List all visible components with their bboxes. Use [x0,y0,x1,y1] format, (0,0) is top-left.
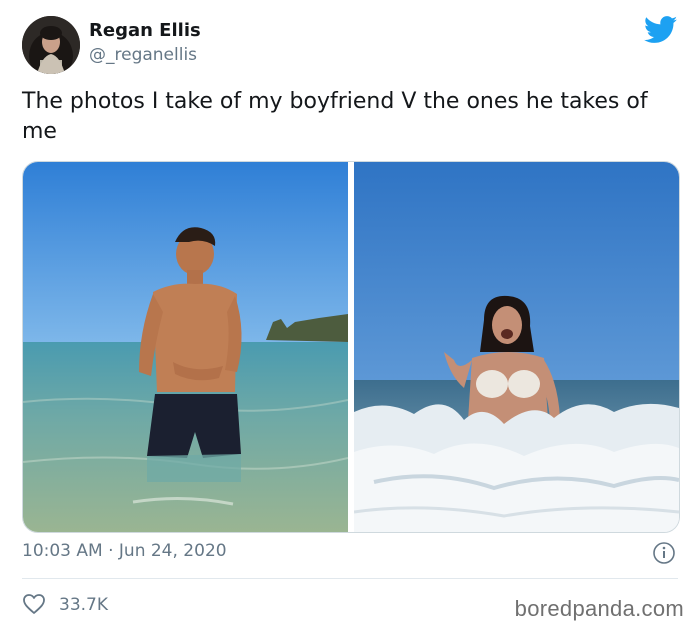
twitter-bird-icon[interactable] [644,16,678,44]
display-name[interactable]: Regan Ellis [89,20,201,41]
like-count[interactable]: 33.7K [59,595,108,615]
watermark: boredpanda.com [514,596,684,621]
avatar[interactable] [22,16,80,74]
info-icon[interactable] [652,541,676,565]
tweet-text: The photos I take of my boyfriend V the … [22,89,648,144]
user-handle[interactable]: @_reganellis [89,45,197,65]
tweet-timestamp[interactable]: 10:03 AM · Jun 24, 2020 [22,541,227,561]
tweet-media[interactable] [22,161,680,533]
heart-icon[interactable] [22,593,46,615]
divider [22,578,678,579]
girlfriend-in-waves-photo[interactable] [354,162,679,532]
tweet-card: Regan Ellis @_reganellis The photos I ta… [0,0,700,633]
boyfriend-in-sea-photo[interactable] [23,162,348,532]
